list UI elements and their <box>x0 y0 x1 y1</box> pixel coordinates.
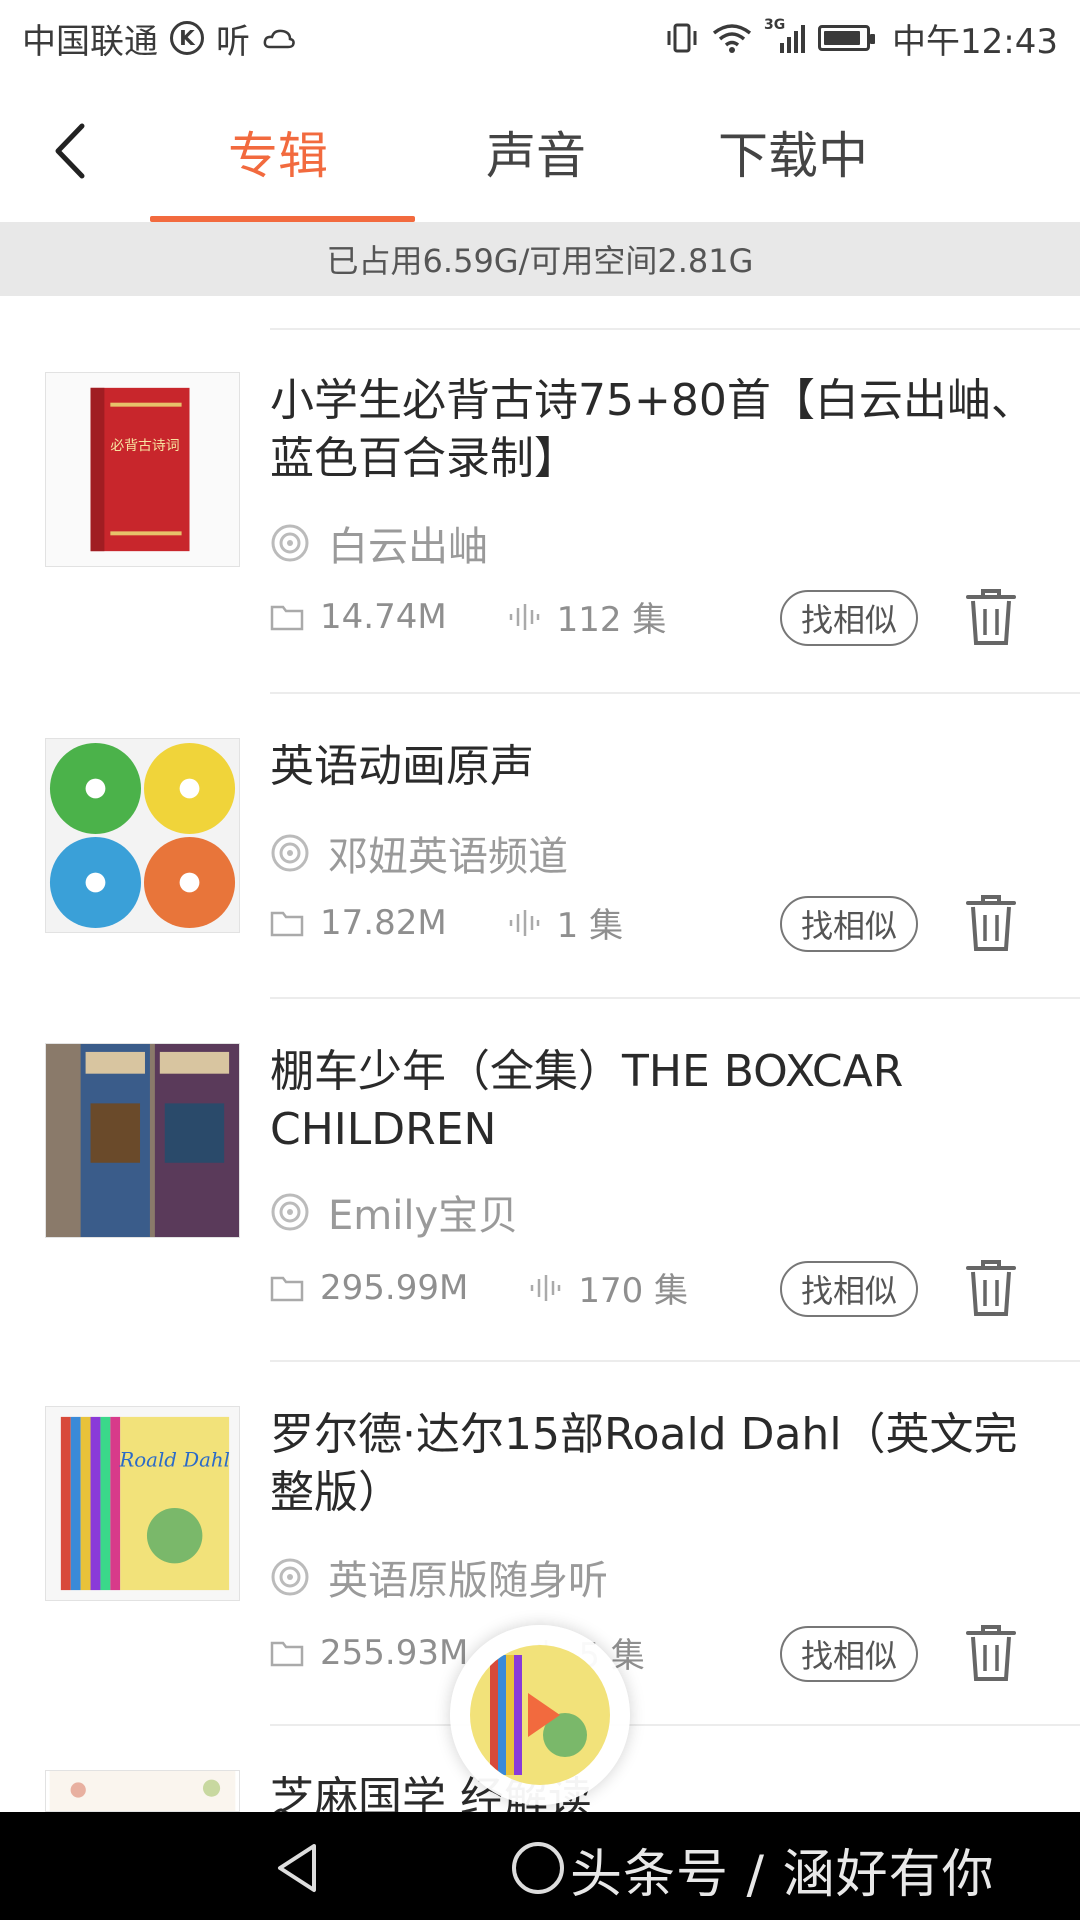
trash-icon[interactable] <box>965 893 1017 953</box>
album-size: 255.93M <box>320 1632 469 1673</box>
divider <box>270 1360 1080 1362</box>
find-similar-button[interactable]: 找相似 <box>780 896 918 952</box>
album-title[interactable]: 小学生必背古诗75+80首【白云出岫、蓝色百合录制】 <box>270 372 1060 488</box>
album-author: Emily宝贝 <box>270 1183 518 1241</box>
album-size: 14.74M <box>320 596 447 637</box>
cover-title-text: 必背古诗词 <box>110 438 179 454</box>
signal-icon: 3G <box>764 17 806 55</box>
wifi-icon <box>712 24 752 53</box>
album-cover: 必背古诗词 <box>45 372 240 567</box>
folder-icon <box>270 605 304 630</box>
episode-count: 112 集 <box>556 600 667 640</box>
status-bar: 中国联通 K 听 3G 中午12:43 <box>0 0 1080 76</box>
album-cover <box>45 738 240 933</box>
find-similar-button[interactable]: 找相似 <box>780 1261 918 1317</box>
divider <box>270 692 1080 694</box>
divider <box>270 328 1080 330</box>
album-size: 295.99M <box>320 1267 469 1308</box>
broadcaster-icon <box>271 834 309 872</box>
album-author: 英语原版随身听 <box>270 1548 608 1606</box>
tab-albums[interactable]: 专辑 <box>228 116 328 188</box>
back-arrow-icon[interactable] <box>40 116 110 186</box>
trash-icon[interactable] <box>965 587 1017 647</box>
system-nav-bar: 头条号 / 涵好有你 <box>0 1812 1080 1920</box>
waveform-icon <box>509 603 539 630</box>
tab-downloading[interactable]: 下载中 <box>718 116 868 188</box>
find-similar-button[interactable]: 找相似 <box>780 1626 918 1682</box>
album-title[interactable]: 罗尔德·达尔15部Roald Dahl（英文完整版） <box>270 1406 1060 1522</box>
status-left: 中国联通 K 听 <box>22 14 296 63</box>
trash-icon[interactable] <box>965 1623 1017 1683</box>
author-name: 白云出岫 <box>328 524 488 570</box>
top-navigation: 专辑 声音 下载中 <box>0 76 1080 222</box>
weather-icon <box>263 29 295 49</box>
nav-back-icon[interactable] <box>270 1840 326 1896</box>
album-meta: 295.99M 170 集 <box>270 1263 688 1312</box>
tab-sounds[interactable]: 声音 <box>486 116 586 188</box>
divider <box>270 1724 1080 1726</box>
trash-icon[interactable] <box>965 1258 1017 1318</box>
now-playing-cover <box>470 1645 610 1785</box>
album-meta: 14.74M 112 集 <box>270 592 666 641</box>
carrier-label: 中国联通 <box>22 21 158 62</box>
album-cover <box>45 1043 240 1238</box>
album-cover <box>45 1770 240 1812</box>
listen-label: 听 <box>216 21 250 62</box>
now-playing-button[interactable] <box>450 1625 630 1805</box>
album-author: 邓妞英语频道 <box>270 824 568 882</box>
watermark: 头条号 / 涵好有你 <box>570 1845 995 1905</box>
find-similar-button[interactable]: 找相似 <box>780 590 918 646</box>
album-size: 17.82M <box>320 902 447 943</box>
album-title[interactable]: 英语动画原声 <box>270 738 1060 796</box>
folder-icon <box>270 1641 304 1666</box>
broadcaster-icon <box>271 1193 309 1231</box>
episode-count: 170 集 <box>578 1271 689 1311</box>
battery-icon <box>818 25 876 51</box>
folder-icon <box>270 911 304 936</box>
album-meta: 17.82M 1 集 <box>270 898 623 947</box>
storage-info-bar: 已占用6.59G/可用空间2.81G <box>0 222 1080 296</box>
cover-title-text: Roald Dahl <box>118 1448 230 1471</box>
album-title[interactable]: 芝麻国学 经解读 <box>270 1770 1060 1812</box>
clock: 中午12:43 <box>892 21 1058 62</box>
nav-home-icon[interactable] <box>512 1842 564 1894</box>
author-name: 邓妞英语频道 <box>328 834 568 880</box>
broadcaster-icon <box>271 1558 309 1596</box>
album-author: 白云出岫 <box>270 514 488 572</box>
episode-count: 1 集 <box>556 906 624 946</box>
broadcaster-icon <box>271 524 309 562</box>
vibrate-icon <box>667 23 697 53</box>
waveform-icon <box>531 1274 561 1301</box>
author-name: 英语原版随身听 <box>328 1558 608 1604</box>
divider <box>270 997 1080 999</box>
folder-icon <box>270 1276 304 1301</box>
album-cover: Roald Dahl <box>45 1406 240 1601</box>
album-title[interactable]: 棚车少年（全集）THE BOXCAR CHILDREN <box>270 1043 1060 1159</box>
author-name: Emily宝贝 <box>328 1193 519 1239</box>
waveform-icon <box>509 909 539 936</box>
status-right: 3G 中午12:43 <box>664 14 1058 63</box>
k-icon: K <box>170 21 204 55</box>
storage-text: 已占用6.59G/可用空间2.81G <box>326 242 754 280</box>
